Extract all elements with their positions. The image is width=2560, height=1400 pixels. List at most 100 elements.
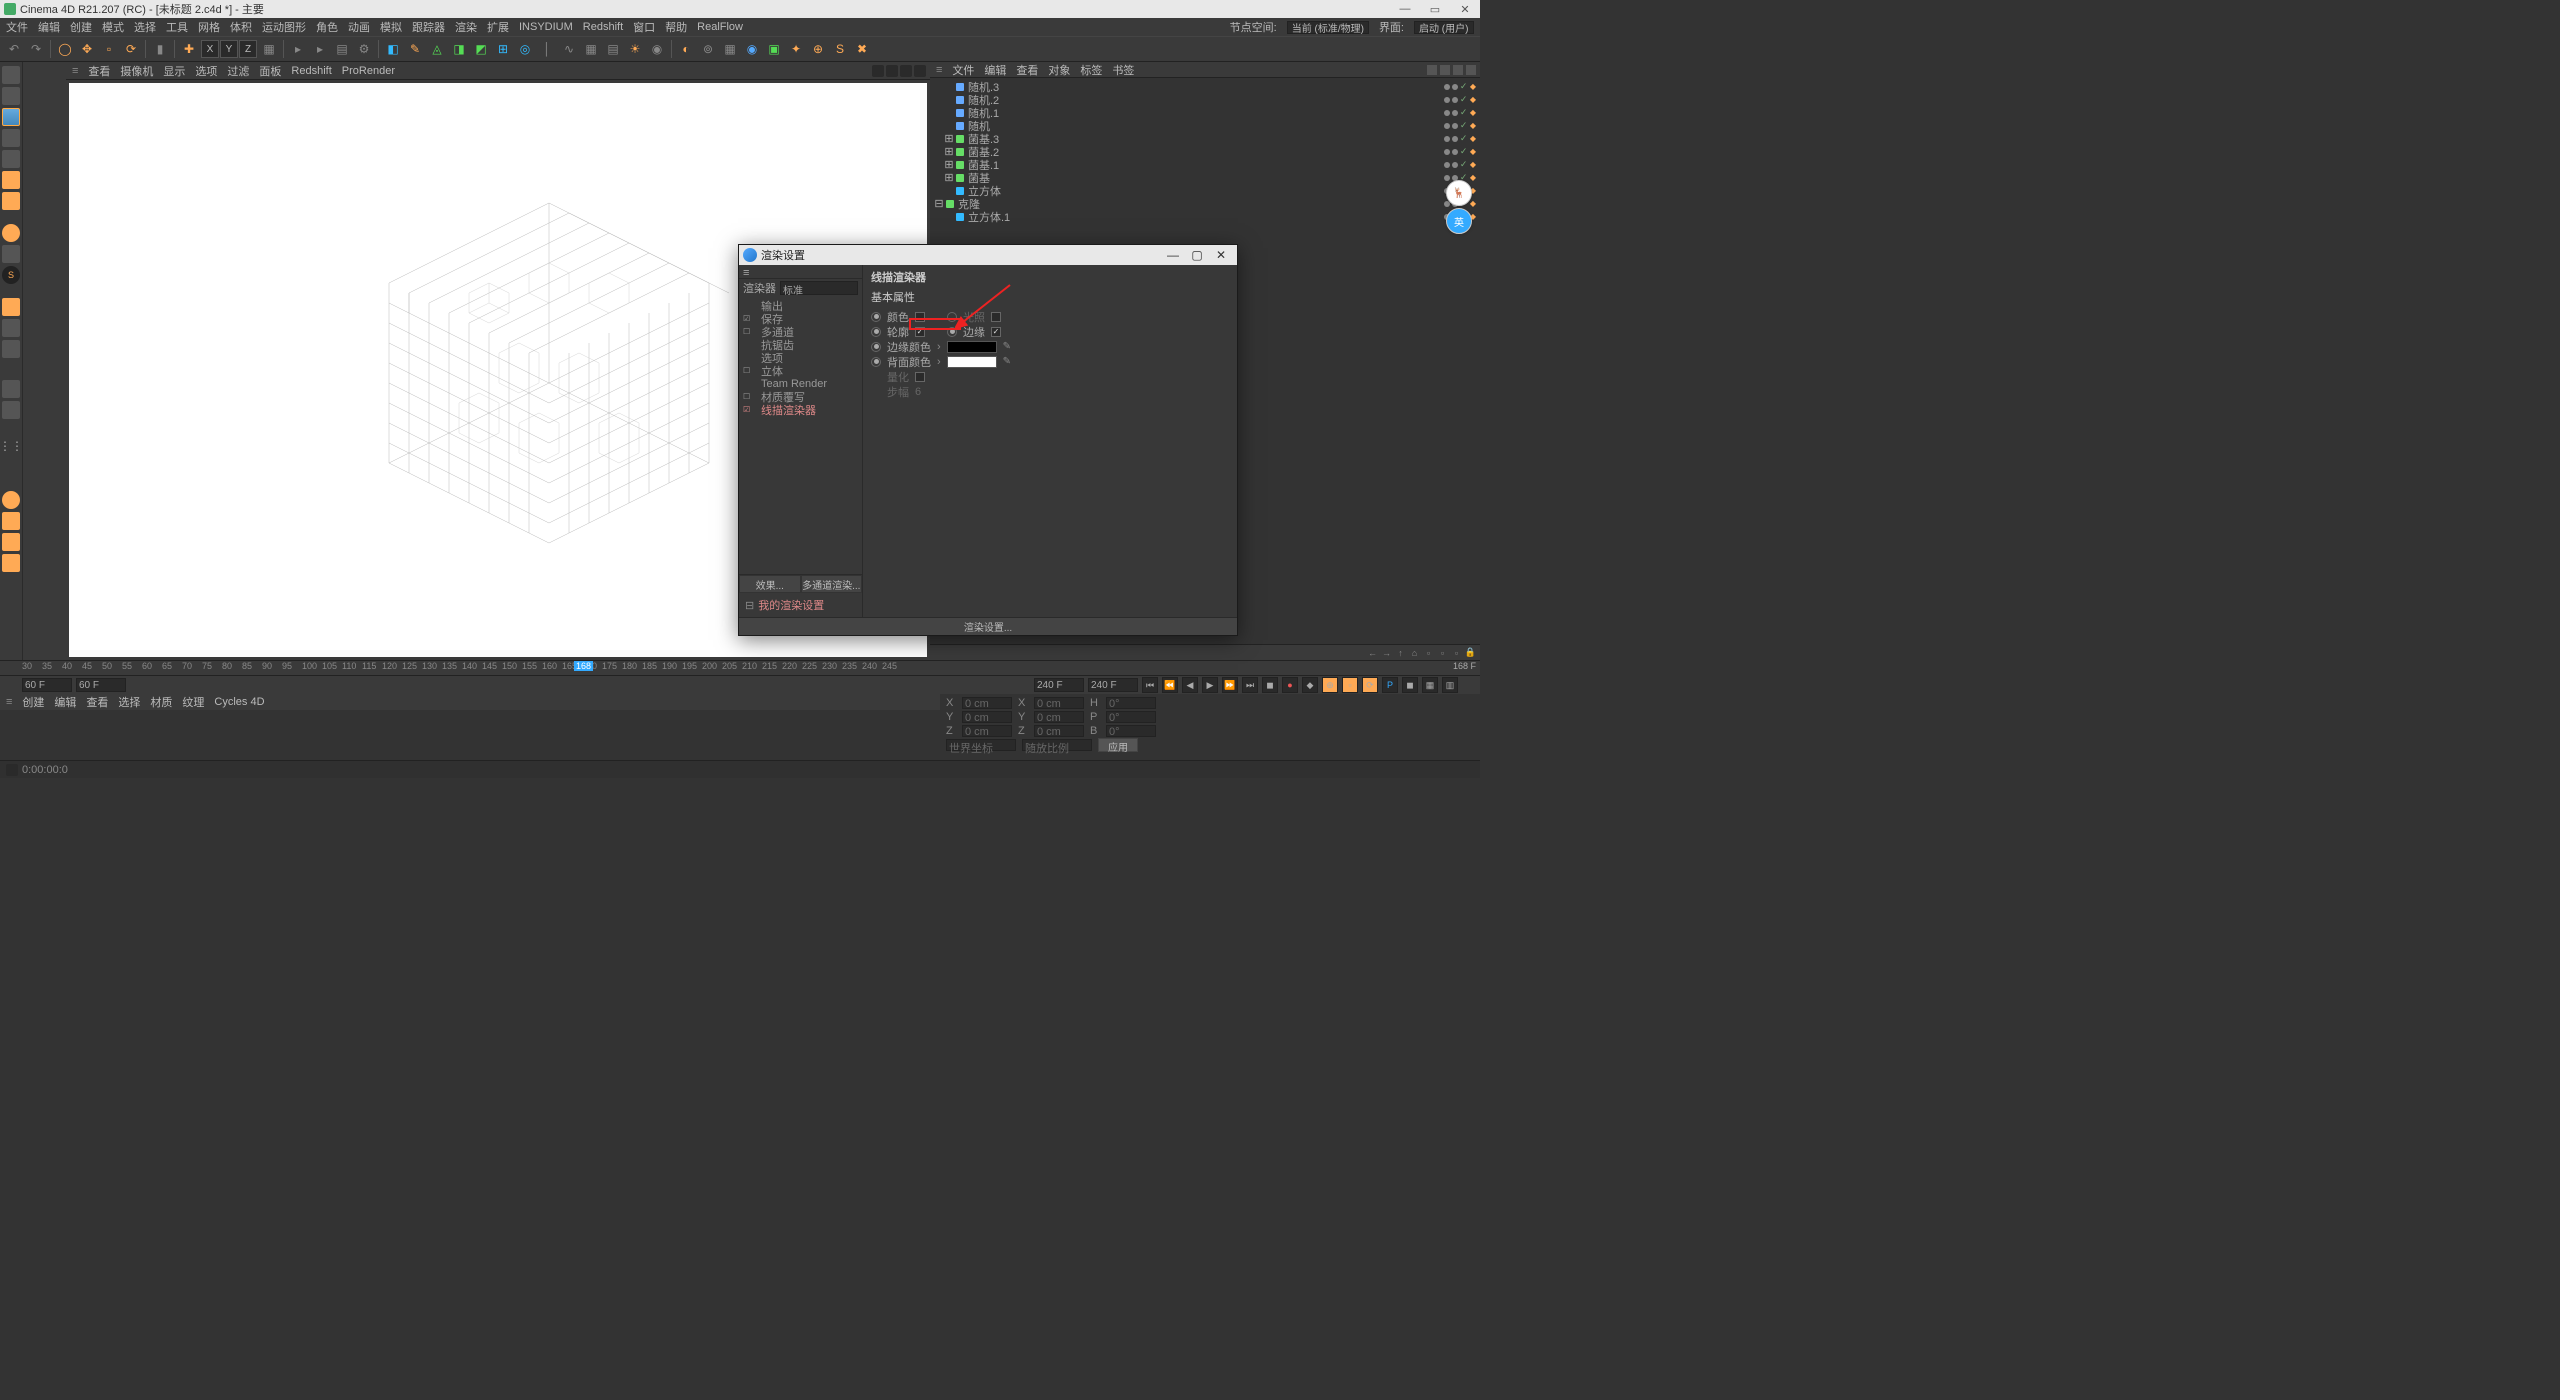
render-setting-item[interactable]: 抗锯齿 — [739, 338, 862, 351]
coord-xs-input[interactable]: 0 cm — [1034, 697, 1084, 709]
ltool-polygons-icon[interactable] — [2, 192, 20, 210]
menu-extensions[interactable]: 扩展 — [487, 19, 509, 35]
nurbs-icon[interactable]: ◨ — [449, 39, 469, 59]
menu-mograph[interactable]: 运动图形 — [262, 19, 306, 35]
view-nav3-icon[interactable] — [900, 65, 912, 77]
effects-button[interactable]: 效果... — [739, 575, 801, 593]
vis-editor-icon[interactable] — [1444, 123, 1450, 129]
multipass-button[interactable]: 多通道渲染... — [801, 575, 863, 593]
render-settings-icon[interactable]: ▤ — [332, 39, 352, 59]
scale-tool-icon[interactable]: ▫ — [99, 39, 119, 59]
nav-b3-icon[interactable]: ▫ — [1451, 647, 1462, 658]
mmenu-view[interactable]: 查看 — [86, 694, 108, 710]
ltool-s2-icon[interactable] — [2, 245, 20, 263]
maximize-button[interactable]: ▭ — [1420, 0, 1450, 18]
menu-create[interactable]: 创建 — [70, 19, 92, 35]
enabled-icon[interactable]: ✓ — [1460, 107, 1468, 118]
coord-b-input[interactable]: 0° — [1106, 725, 1156, 737]
render-region-icon[interactable]: ▸ — [310, 39, 330, 59]
float-ime-icon[interactable]: 英 — [1446, 208, 1472, 234]
mograph-icon[interactable]: ⊞ — [493, 39, 513, 59]
render-setting-item[interactable]: ☑保存 — [739, 312, 862, 325]
expand-icon[interactable]: ⊞ — [944, 145, 954, 158]
dialog-minimize-icon[interactable]: — — [1165, 248, 1181, 262]
primitive-cube-icon[interactable]: ◧ — [383, 39, 403, 59]
mat-burger-icon[interactable]: ≡ — [6, 696, 12, 708]
vis-editor-icon[interactable] — [1444, 110, 1450, 116]
bgcolor-radio[interactable] — [871, 357, 881, 367]
obj-eye-icon[interactable] — [1453, 65, 1463, 75]
vis-editor-icon[interactable] — [1444, 97, 1450, 103]
coord-h-input[interactable]: 0° — [1106, 697, 1156, 709]
minimize-button[interactable]: — — [1390, 0, 1420, 18]
keyopt2-icon[interactable]: ▫ — [1342, 677, 1358, 693]
ltool-s1-icon[interactable] — [2, 224, 20, 242]
menu-select[interactable]: 选择 — [134, 19, 156, 35]
light-checkbox[interactable] — [991, 312, 1001, 322]
expand-icon[interactable]: ⊞ — [944, 132, 954, 145]
menu-redshift[interactable]: Redshift — [583, 21, 623, 33]
item-checkbox[interactable]: ☐ — [743, 366, 755, 375]
obj-burger-icon[interactable]: ≡ — [936, 64, 942, 76]
vis-editor-icon[interactable] — [1444, 136, 1450, 142]
color-radio[interactable] — [871, 312, 881, 322]
mmenu-select[interactable]: 选择 — [118, 694, 140, 710]
menu-file[interactable]: 文件 — [6, 19, 28, 35]
coord-ys-input[interactable]: 0 cm — [1034, 711, 1084, 723]
omenu-tags[interactable]: 标签 — [1080, 62, 1102, 78]
timeline-ruler[interactable]: 3035404550556065707580859095100105110115… — [0, 660, 1480, 676]
vmenu-options[interactable]: 选项 — [195, 63, 217, 79]
ltool-b2-icon[interactable] — [2, 512, 20, 530]
nav-home-icon[interactable]: ⌂ — [1409, 647, 1420, 658]
vis-render-icon[interactable] — [1452, 110, 1458, 116]
menu-character[interactable]: 角色 — [316, 19, 338, 35]
ltool-grid-icon[interactable]: ⋮⋮ — [2, 437, 20, 455]
vis-editor-icon[interactable] — [1444, 84, 1450, 90]
quantize-checkbox[interactable] — [915, 372, 925, 382]
frame-preview-end-input[interactable] — [1034, 678, 1084, 692]
menu-mode[interactable]: 模式 — [102, 19, 124, 35]
enabled-icon[interactable]: ✓ — [1460, 159, 1468, 170]
vis-render-icon[interactable] — [1452, 149, 1458, 155]
ltool-m2-icon[interactable] — [2, 319, 20, 337]
plugin3-icon[interactable]: ▦ — [720, 39, 740, 59]
mmenu-cycles[interactable]: Cycles 4D — [214, 696, 264, 708]
coord-p-input[interactable]: 0° — [1106, 711, 1156, 723]
keyopt1-icon[interactable]: ⊕ — [1322, 677, 1338, 693]
ltool-b3-icon[interactable] — [2, 533, 20, 551]
ltool-texture-icon[interactable] — [2, 129, 20, 147]
ltool-snap2-icon[interactable] — [2, 401, 20, 419]
dialog-maximize-icon[interactable]: ▢ — [1189, 248, 1205, 262]
tag-icon[interactable]: ◆ — [1470, 160, 1476, 169]
view-nav4-icon[interactable] — [914, 65, 926, 77]
render-settings-button[interactable]: 渲染设置... — [956, 618, 1020, 635]
light-icon[interactable]: ☀ — [625, 39, 645, 59]
menu-simulation[interactable]: 模拟 — [380, 19, 402, 35]
nav-b2-icon[interactable]: ▫ — [1437, 647, 1448, 658]
vis-render-icon[interactable] — [1452, 162, 1458, 168]
ltool-s3-icon[interactable]: S — [2, 266, 20, 284]
frame-end-input[interactable] — [1088, 678, 1138, 692]
menu-volume[interactable]: 体积 — [230, 19, 252, 35]
bgcolor-eyedropper-icon[interactable]: ✎ — [1003, 356, 1015, 367]
mmenu-edit[interactable]: 编辑 — [54, 694, 76, 710]
menu-tracker[interactable]: 跟踪器 — [412, 19, 445, 35]
nodespace-dropdown[interactable]: 当前 (标准/物理) — [1287, 21, 1369, 34]
tag-icon[interactable]: ◆ — [1470, 82, 1476, 91]
deformer-icon[interactable]: ◩ — [471, 39, 491, 59]
vmenu-filter[interactable]: 过滤 — [227, 63, 249, 79]
omenu-file[interactable]: 文件 — [952, 62, 974, 78]
menu-realflow[interactable]: RealFlow — [697, 21, 743, 33]
ltool-model-icon[interactable] — [2, 87, 20, 105]
tag-icon[interactable]: ◆ — [1470, 95, 1476, 104]
floor-icon[interactable]: ▤ — [603, 39, 623, 59]
menu-animation[interactable]: 动画 — [348, 19, 370, 35]
nav-up-icon[interactable]: ↑ — [1395, 647, 1406, 658]
select-tool-icon[interactable]: ◯ — [55, 39, 75, 59]
vis-render-icon[interactable] — [1452, 136, 1458, 142]
ltool-cursor-icon[interactable] — [2, 66, 20, 84]
plugin9-icon[interactable]: ✖ — [852, 39, 872, 59]
render-setting-item[interactable]: ☐立体 — [739, 364, 862, 377]
vmenu-panel[interactable]: 面板 — [259, 63, 281, 79]
omenu-objects[interactable]: 对象 — [1048, 62, 1070, 78]
